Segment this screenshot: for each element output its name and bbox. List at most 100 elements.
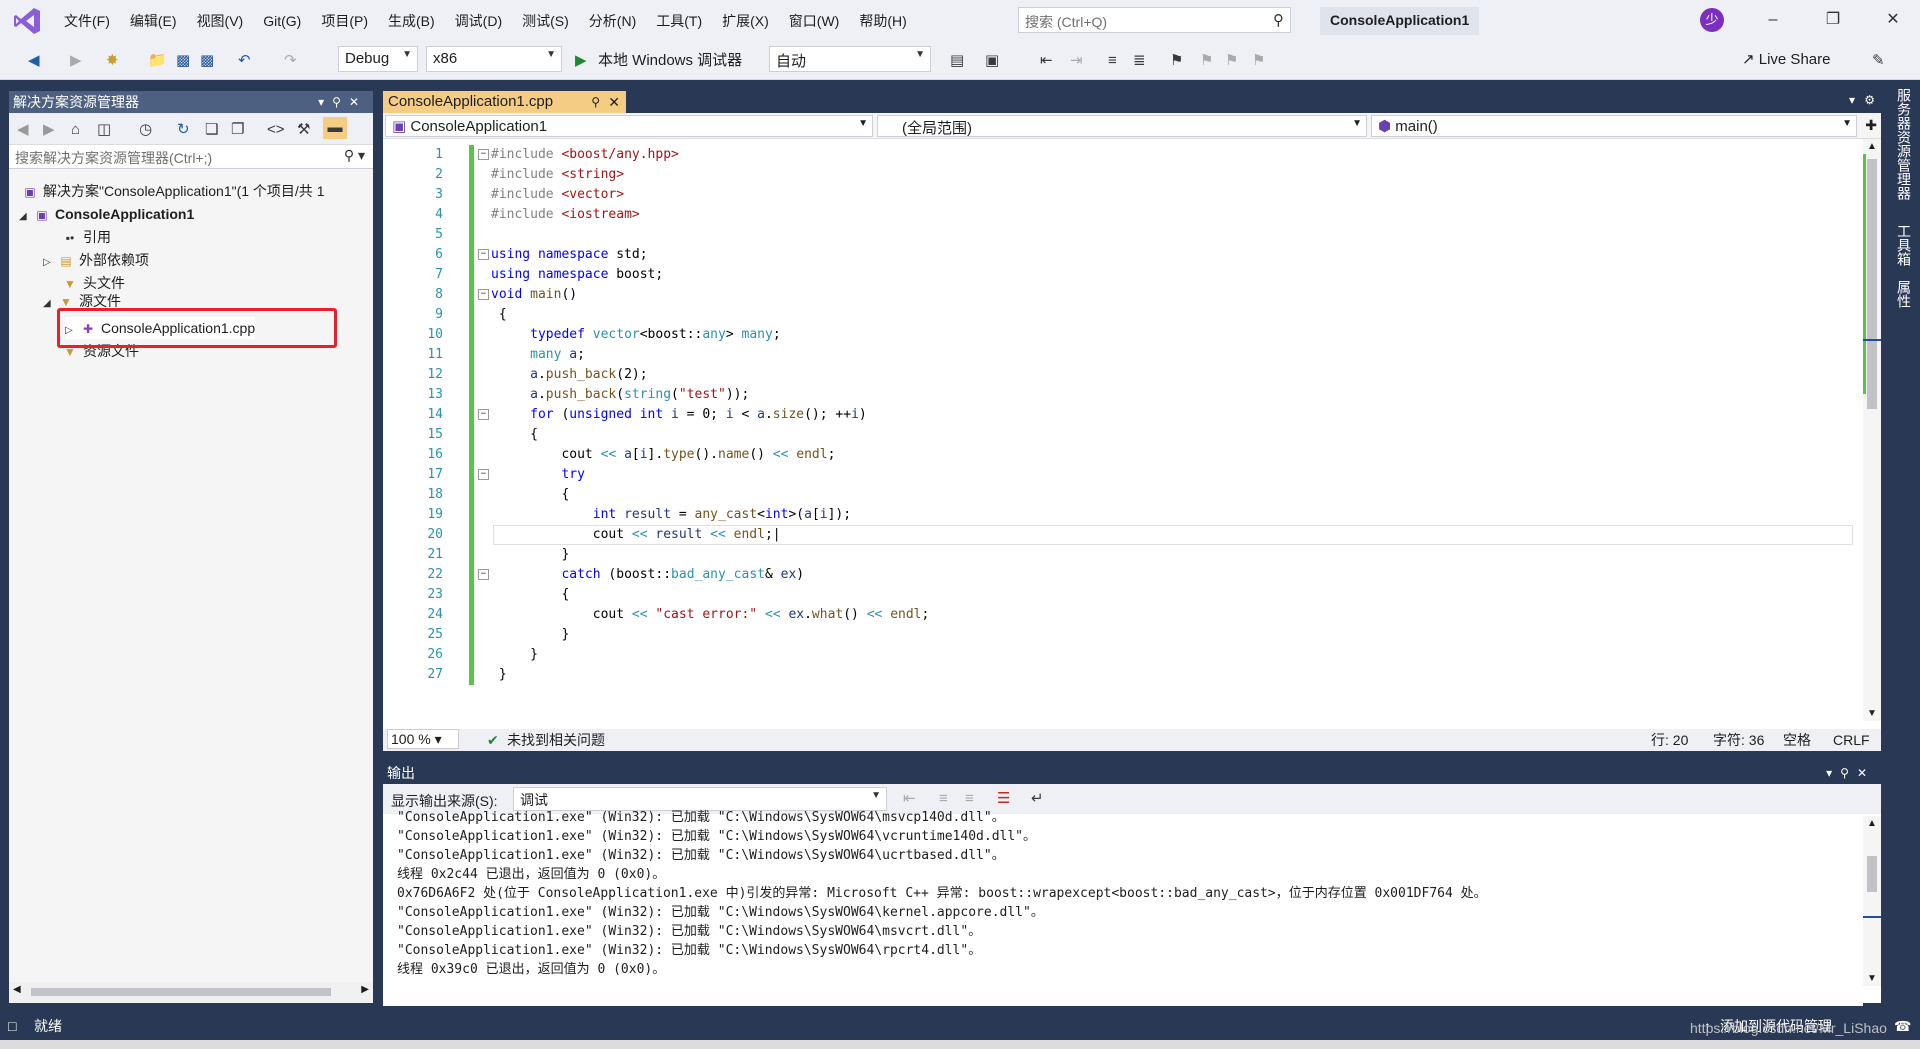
properties-wrench-icon[interactable]: ⚒ xyxy=(297,119,310,141)
scroll-thumb[interactable] xyxy=(1867,856,1877,892)
scroll-thumb[interactable] xyxy=(31,988,331,996)
scope-dropdown[interactable]: (全局范围) ▼ xyxy=(877,115,1367,137)
back-icon[interactable]: ◀ xyxy=(17,119,29,141)
menu-analyze[interactable]: 分析(N) xyxy=(579,0,646,42)
forward-icon[interactable]: ▶ xyxy=(43,119,55,141)
new-project-icon[interactable]: ✸ xyxy=(106,50,119,72)
pin-icon[interactable]: ⚲ xyxy=(332,95,349,109)
menu-extensions[interactable]: 扩展(X) xyxy=(712,0,779,42)
fold-icon[interactable]: − xyxy=(478,569,489,580)
prev-message-icon[interactable]: ≡ xyxy=(939,788,948,810)
play-icon[interactable]: ▶ xyxy=(575,50,587,72)
live-share-button[interactable]: ↗ Live Share xyxy=(1742,50,1830,68)
prev-bookmark-icon[interactable]: ⚑ xyxy=(1200,50,1213,72)
dropdown-icon[interactable]: ▾ xyxy=(1849,93,1855,107)
switch-views-icon[interactable]: ◫ xyxy=(97,119,111,141)
sync-icon[interactable]: ↻ xyxy=(177,119,190,141)
save-all-icon[interactable]: ▩ xyxy=(200,50,214,72)
expanded-arrow-icon[interactable]: ◢ xyxy=(43,297,57,308)
issues-status[interactable]: 未找到相关问题 xyxy=(507,729,605,751)
fold-icon[interactable]: − xyxy=(478,249,489,260)
outdent-icon[interactable]: ⇥ xyxy=(1070,50,1083,72)
fold-icon[interactable]: − xyxy=(478,289,489,300)
char-position[interactable]: 字符: 36 xyxy=(1713,729,1764,751)
menu-help[interactable]: 帮助(H) xyxy=(849,0,916,42)
split-window-icon[interactable]: ✚ xyxy=(1865,117,1877,134)
scroll-down-icon[interactable]: ▼ xyxy=(1867,708,1877,719)
undo-icon[interactable]: ↶ xyxy=(238,50,251,72)
line-position[interactable]: 行: 20 xyxy=(1651,729,1688,751)
menu-debug[interactable]: 调试(D) xyxy=(445,0,512,42)
solution-search-input[interactable]: 搜索解决方案资源管理器(Ctrl+;) ⚲ ▾ xyxy=(9,145,373,169)
clear-bookmarks-icon[interactable]: ⚑ xyxy=(1252,50,1265,72)
auto-combo[interactable]: 自动 ▼ xyxy=(769,46,931,72)
tree-item-header-files[interactable]: ▼ 头文件 xyxy=(61,272,125,294)
scroll-thumb[interactable] xyxy=(1867,159,1877,409)
collapsed-arrow-icon[interactable]: ▷ xyxy=(43,252,57,274)
back-icon[interactable]: ◀ xyxy=(28,50,40,72)
code-area[interactable]: − − − − − − 1 2 3 4 5 6 7 8 9 10 11 12 1… xyxy=(383,145,1863,725)
show-all-files-icon[interactable]: ❐ xyxy=(231,119,244,141)
server-explorer-tab[interactable]: 服务器资源管理器 xyxy=(1894,88,1914,200)
word-wrap-icon[interactable]: ↵ xyxy=(1031,788,1044,810)
menu-tools[interactable]: 工具(T) xyxy=(646,0,712,42)
dropdown-icon[interactable]: ▾ xyxy=(1826,766,1840,780)
project-dropdown[interactable]: ▣ ConsoleApplication1 ▼ xyxy=(385,115,873,137)
tree-item-project[interactable]: ◢ ▣ ConsoleApplication1 xyxy=(19,203,194,225)
member-dropdown[interactable]: ⬢ main() ▼ xyxy=(1371,115,1857,137)
output-text-area[interactable]: "ConsoleApplication1.exe" (Win32): 已加载 "… xyxy=(383,810,1863,1006)
view-code-icon[interactable]: <> xyxy=(267,119,285,141)
menu-test[interactable]: 测试(S) xyxy=(512,0,579,42)
notification-bell-icon[interactable]: ☎ xyxy=(1894,1012,1911,1040)
run-debugger-label[interactable]: 本地 Windows 调试器 xyxy=(598,50,742,72)
feedback-icon[interactable]: ✎ xyxy=(1872,50,1885,72)
redo-icon[interactable]: ↷ xyxy=(284,50,297,72)
scroll-up-icon[interactable]: ▲ xyxy=(1867,818,1877,829)
pin-icon[interactable]: ⚲ xyxy=(591,91,600,113)
tree-item-solution[interactable]: ▣ 解决方案"ConsoleApplication1"(1 个项目/共 1 xyxy=(21,180,324,202)
scroll-up-icon[interactable]: ▲ xyxy=(1867,141,1877,152)
find-in-files-icon[interactable]: ▤ xyxy=(950,50,964,72)
scroll-left-icon[interactable]: ◀ xyxy=(13,984,21,995)
dropdown-icon[interactable]: ▾ xyxy=(318,95,332,109)
scroll-down-icon[interactable]: ▼ xyxy=(1867,973,1877,984)
menu-edit[interactable]: 编辑(E) xyxy=(120,0,187,42)
fold-icon[interactable]: − xyxy=(478,409,489,420)
minimize-icon[interactable]: – xyxy=(1758,8,1788,32)
next-bookmark-icon[interactable]: ⚑ xyxy=(1225,50,1238,72)
menu-window[interactable]: 窗口(W) xyxy=(779,0,850,42)
close-icon[interactable]: ✕ xyxy=(1878,8,1908,32)
toolbox-tab[interactable]: 工具箱 xyxy=(1894,224,1914,266)
tab-consoleapplication1-cpp[interactable]: ConsoleApplication1.cpp ⚲ ✕ xyxy=(383,91,626,113)
search-box[interactable]: 搜索 (Ctrl+Q) ⚲ xyxy=(1018,7,1291,33)
expanded-arrow-icon[interactable]: ◢ xyxy=(19,206,33,228)
fold-icon[interactable]: − xyxy=(478,469,489,480)
line-ending[interactable]: CRLF xyxy=(1833,729,1870,751)
scroll-right-icon[interactable]: ▶ xyxy=(361,984,369,995)
zoom-combo[interactable]: 100 % ▾ xyxy=(387,729,459,749)
menu-view[interactable]: 视图(V) xyxy=(187,0,254,42)
save-icon[interactable]: ▩ xyxy=(176,50,190,72)
close-icon[interactable]: ✕ xyxy=(1857,766,1875,780)
config-combo[interactable]: Debug ▼ xyxy=(338,46,418,72)
menu-git[interactable]: Git(G) xyxy=(253,0,311,42)
settings-gear-icon[interactable]: ⚙ xyxy=(1864,93,1875,107)
tree-item-source-files[interactable]: ◢ ▼ 源文件 xyxy=(43,294,121,308)
horizontal-scrollbar[interactable]: ◀ ▶ xyxy=(9,982,373,1002)
visual-studio-logo-icon[interactable] xyxy=(12,6,42,36)
output-icon[interactable]: □ xyxy=(8,1012,16,1040)
clear-all-icon[interactable]: ☰ xyxy=(997,788,1010,810)
restore-icon[interactable]: ❐ xyxy=(1818,8,1848,32)
close-icon[interactable]: ✕ xyxy=(608,91,620,113)
tree-item-references[interactable]: ▪• 引用 xyxy=(61,226,111,248)
history-icon[interactable]: ◷ xyxy=(139,119,152,141)
preview-selected-icon[interactable]: ▬ xyxy=(323,117,347,139)
home-icon[interactable]: ⌂ xyxy=(71,119,80,141)
output-vertical-scrollbar[interactable]: ▲ ▼ xyxy=(1863,816,1881,986)
whitespace-mode[interactable]: 空格 xyxy=(1783,729,1811,751)
properties-tab[interactable]: 属性 xyxy=(1894,280,1914,308)
collapse-all-icon[interactable]: ❏ xyxy=(205,119,218,141)
vertical-scrollbar[interactable]: ▲ ▼ xyxy=(1863,139,1881,721)
indent-icon[interactable]: ⇤ xyxy=(1040,50,1053,72)
avatar[interactable]: 少 xyxy=(1700,8,1724,32)
